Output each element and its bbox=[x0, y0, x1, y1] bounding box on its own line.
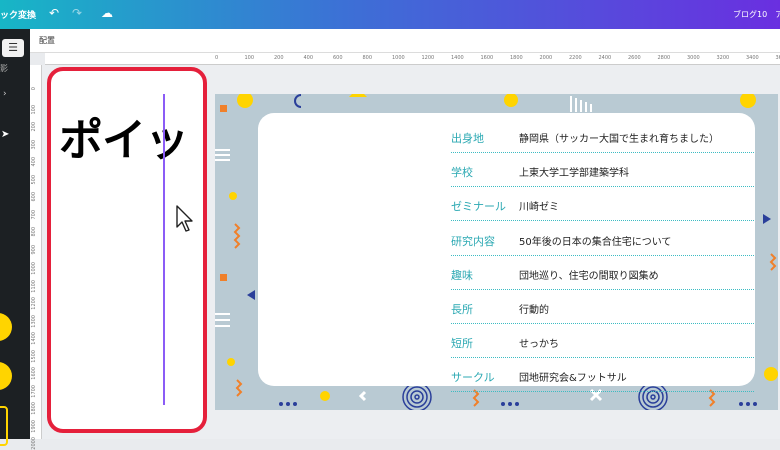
profile-value[interactable]: せっかち bbox=[519, 335, 559, 350]
profile-key[interactable]: 学校 bbox=[451, 164, 473, 180]
ruler-tick-label: 200 bbox=[274, 55, 284, 61]
ruler-tick-label: 1300 bbox=[31, 315, 37, 328]
profile-row: 長所 行動的 bbox=[451, 290, 754, 324]
cloud-sync-icon[interactable]: ☁ bbox=[101, 6, 113, 20]
left-panel: ☰ 影 › ➤ bbox=[0, 29, 30, 439]
ruler-tick-label: 3600 bbox=[776, 55, 780, 61]
ruler-tick-label: 1400 bbox=[451, 55, 464, 61]
ruler-tick-label: 1000 bbox=[31, 262, 37, 275]
profile-value[interactable]: 団地巡り、住宅の間取り図集め bbox=[519, 267, 659, 282]
ruler-tick-label: 100 bbox=[245, 55, 255, 61]
ruler-tick-label: 3000 bbox=[687, 55, 700, 61]
ruler-tick-label: 3400 bbox=[746, 55, 759, 61]
profile-key[interactable]: 短所 bbox=[451, 335, 473, 351]
redo-icon[interactable]: ↷ bbox=[72, 6, 82, 20]
ruler-tick-label: 2400 bbox=[599, 55, 612, 61]
ruler-tick-label: 1600 bbox=[481, 55, 494, 61]
ruler-tick-label: 0 bbox=[215, 55, 218, 61]
ruler-tick-label: 1100 bbox=[31, 280, 37, 293]
profile-value[interactable]: 50年後の日本の集合住宅について bbox=[519, 233, 671, 248]
ruler-tick-label: 1200 bbox=[31, 297, 37, 310]
arrow-icon[interactable]: ➤ bbox=[1, 129, 13, 141]
ruler-tick-label: 600 bbox=[31, 192, 37, 202]
profile-key[interactable]: サークル bbox=[451, 369, 495, 385]
ruler-tick-label: 2800 bbox=[658, 55, 671, 61]
profile-row: 研究内容 50年後の日本の集合住宅について bbox=[451, 222, 754, 256]
ruler-tick-label: 1800 bbox=[31, 402, 37, 415]
overlay-big-text: ポイッ bbox=[59, 104, 188, 168]
guide-line bbox=[163, 94, 165, 405]
app-title[interactable]: ック変換 bbox=[0, 8, 36, 21]
undo-icon[interactable]: ↶ bbox=[49, 6, 59, 20]
profile-key[interactable]: 研究内容 bbox=[451, 233, 495, 249]
ruler-tick-label: 900 bbox=[31, 245, 37, 255]
ruler-tick-label: 2600 bbox=[628, 55, 641, 61]
profile-row: ゼミナール川崎ゼミ bbox=[451, 187, 754, 221]
ruler-tick-label: 400 bbox=[31, 157, 37, 167]
profile-value[interactable]: 川崎ゼミ bbox=[519, 198, 559, 213]
ruler-tick-label: 800 bbox=[31, 227, 37, 237]
ruler-tick-label: 700 bbox=[31, 210, 37, 220]
editor-subbar: 配置 bbox=[30, 29, 780, 53]
position-button[interactable]: 配置 bbox=[39, 35, 55, 46]
ruler-tick-label: 3200 bbox=[717, 55, 730, 61]
ruler-tick-label: 1200 bbox=[422, 55, 435, 61]
ruler-tick-label: 1800 bbox=[510, 55, 523, 61]
profile-row: サークル 団地研究会&フットサル bbox=[451, 358, 754, 392]
profile-key[interactable]: 長所 bbox=[451, 301, 473, 317]
ruler-tick-label: 1500 bbox=[31, 350, 37, 363]
profile-row: 短所 せっかち bbox=[451, 324, 754, 358]
account-menu[interactable]: ブログ10 ア bbox=[733, 9, 780, 20]
profile-row: 出身地 静岡県（サッカー大国で生まれ育ちました） bbox=[451, 119, 754, 153]
profile-value[interactable]: 上東大学工学部建築学科 bbox=[519, 164, 629, 179]
ruler-tick-label: 1900 bbox=[31, 420, 37, 433]
ruler-tick-label: 200 bbox=[31, 122, 37, 132]
ruler-tick-label: 300 bbox=[31, 140, 37, 150]
mouse-cursor-icon bbox=[175, 205, 195, 233]
ruler-tick-label: 1600 bbox=[31, 367, 37, 380]
ruler-tick-label: 800 bbox=[363, 55, 373, 61]
top-toolbar: ック変換 ↶ ↷ ☁ ブログ10 ア bbox=[0, 0, 780, 29]
profile-row: 学校 上東大学工学部建築学科 bbox=[451, 153, 754, 187]
vertical-ruler: 0 100 200 300 400 500 600 700 800 900 1000 1100 1200… bbox=[30, 65, 42, 439]
profile-key[interactable]: 出身地 bbox=[451, 130, 484, 146]
profile-key[interactable]: ゼミナール bbox=[451, 198, 506, 214]
profile-value[interactable]: 静岡県（サッカー大国で生まれ育ちました） bbox=[519, 130, 719, 145]
profile-key[interactable]: 趣味 bbox=[451, 267, 473, 283]
chevron-right-icon[interactable]: › bbox=[3, 89, 7, 99]
ruler-tick-label: 500 bbox=[31, 175, 37, 185]
profile-row: 趣味 団地巡り、住宅の間取り図集め bbox=[451, 256, 754, 290]
selected-element-outline[interactable] bbox=[0, 406, 8, 446]
ruler-tick-label: 1400 bbox=[31, 332, 37, 345]
sliders-icon[interactable]: ☰ bbox=[2, 39, 24, 57]
ruler-tick-label: 600 bbox=[333, 55, 343, 61]
horizontal-ruler: 0 100 200 400 600 800 1000 1200 1400 1600 1800 2000… bbox=[45, 53, 780, 65]
yellow-circle-element[interactable] bbox=[0, 313, 12, 341]
ruler-tick-label: 1700 bbox=[31, 385, 37, 398]
panel-label: 影 bbox=[0, 63, 8, 74]
ruler-tick-label: 1000 bbox=[392, 55, 405, 61]
ruler-tick-label: 2200 bbox=[569, 55, 582, 61]
ruler-tick-label: 0 bbox=[31, 87, 37, 90]
ruler-tick-label: 400 bbox=[304, 55, 314, 61]
ruler-tick-label: 2000 bbox=[540, 55, 553, 61]
ruler-tick-label: 100 bbox=[31, 105, 37, 115]
profile-value[interactable]: 団地研究会&フットサル bbox=[519, 369, 627, 384]
yellow-circle-element[interactable] bbox=[0, 362, 12, 390]
profile-value[interactable]: 行動的 bbox=[519, 301, 549, 316]
